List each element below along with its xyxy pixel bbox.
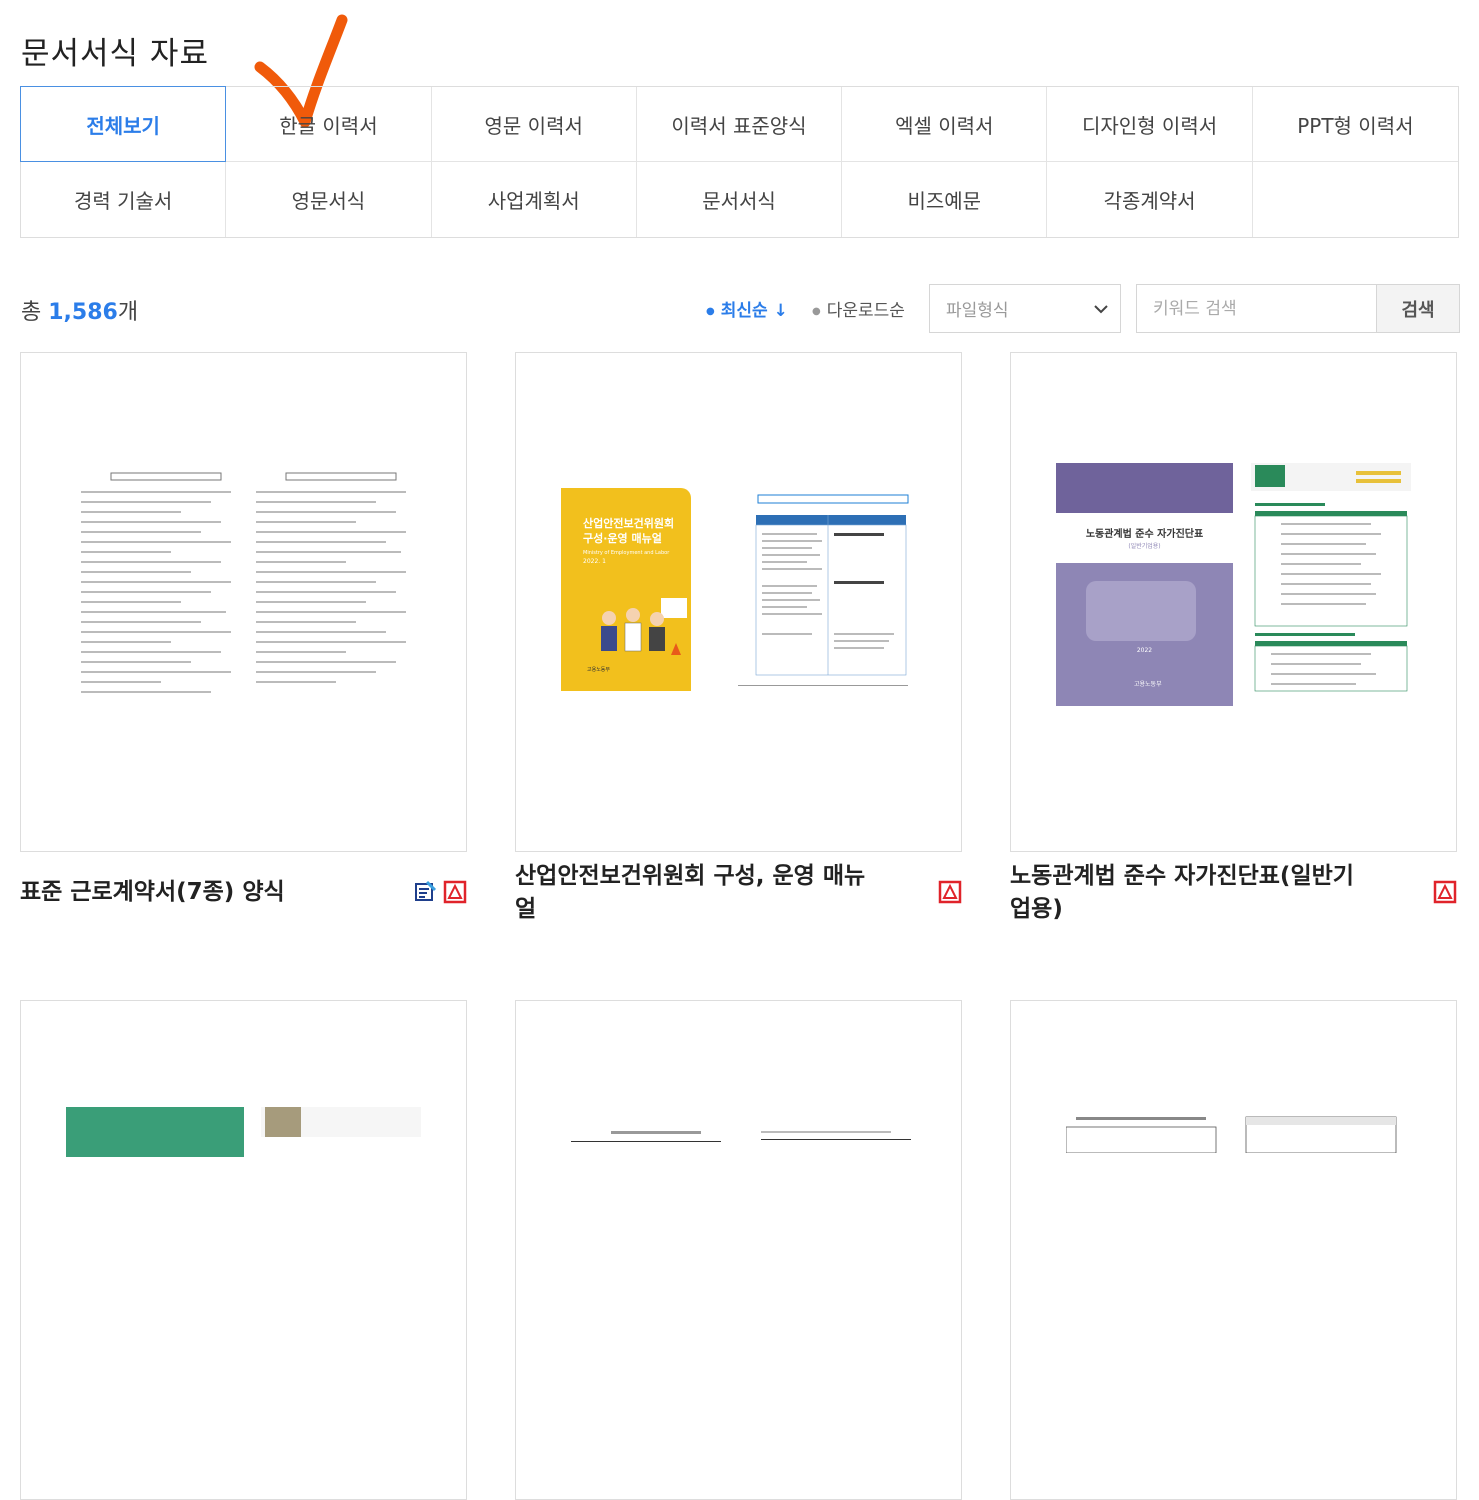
document-preview: [81, 472, 406, 693]
card-file-icons: [413, 880, 467, 904]
pdf-icon[interactable]: [443, 880, 467, 904]
tab-empty: [1253, 162, 1458, 237]
file-type-value: 파일형식: [946, 301, 1009, 321]
document-preview: [738, 494, 909, 686]
search-input[interactable]: [1136, 284, 1377, 333]
tab-excel-resume[interactable]: 엑셀 이력서: [842, 87, 1048, 162]
cover-date: 2022. 1: [583, 558, 606, 565]
people-illustration: [601, 598, 687, 655]
tab-english-forms[interactable]: 영문서식: [226, 162, 432, 237]
tab-standard-resume[interactable]: 이력서 표준양식: [636, 87, 843, 162]
cover-org: 고용노동부: [587, 667, 611, 673]
cover-title: 노동관계법 준수 자가진단표: [1085, 529, 1204, 540]
tab-career-description[interactable]: 경력 기술서: [21, 162, 227, 237]
card-file-icons: [938, 880, 962, 904]
document-preview: [571, 1131, 911, 1142]
result-count: 총 1,586개: [21, 300, 139, 325]
card-thumbnail[interactable]: [1010, 1000, 1457, 1500]
card-thumbnail[interactable]: [20, 352, 467, 852]
tab-ppt-resume[interactable]: PPT형 이력서: [1252, 87, 1458, 162]
card-thumbnail[interactable]: 노동관계법 준수 자가진단표 (일반기업용) 2022 고용노동부: [1010, 352, 1457, 852]
card-title[interactable]: 표준 근로계약서(7종) 양식: [20, 876, 380, 909]
chevron-down-icon: [1094, 304, 1108, 313]
cover-preview: 노동관계법 준수 자가진단표 (일반기업용) 2022 고용노동부: [1056, 463, 1233, 706]
tab-biz-examples[interactable]: 비즈예문: [842, 162, 1048, 237]
cover-subtitle: Ministry of Employment and Labor: [583, 550, 670, 556]
cover-preview: [66, 1107, 244, 1157]
card-title[interactable]: 노동관계법 준수 자가진단표(일반기업용): [1010, 860, 1370, 926]
cover-title: 산업안전보건위원회 구성·운영 매뉴얼: [583, 517, 675, 545]
tab-all[interactable]: 전체보기: [20, 86, 227, 162]
search-button[interactable]: 검색: [1376, 284, 1460, 333]
page-title: 문서서식 자료: [21, 36, 209, 72]
tab-document-forms[interactable]: 문서서식: [637, 162, 843, 237]
card-thumbnail[interactable]: 산업안전보건위원회 구성·운영 매뉴얼 Ministry of Employme…: [515, 352, 962, 852]
pdf-icon[interactable]: [1433, 880, 1457, 904]
pdf-icon[interactable]: [938, 880, 962, 904]
sort-latest[interactable]: ● 최신순 ↓: [706, 296, 788, 321]
tab-business-plan[interactable]: 사업계획서: [432, 162, 637, 237]
sort-download[interactable]: ● 다운로드순: [812, 296, 905, 321]
tab-design-resume[interactable]: 디자인형 이력서: [1047, 87, 1253, 162]
document-preview: [1066, 1116, 1397, 1153]
card-title[interactable]: 산업안전보건위원회 구성, 운영 매뉴얼: [515, 860, 875, 926]
tab-english-resume[interactable]: 영문 이력서: [431, 87, 637, 162]
cover-org: 고용노동부: [1134, 681, 1162, 688]
document-preview: [1251, 463, 1411, 692]
cover-subtitle: (일반기업용): [1128, 543, 1161, 550]
result-count-number: 1,586: [48, 300, 118, 325]
card-thumbnail[interactable]: [515, 1000, 962, 1500]
category-tabs: 전체보기 한글 이력서 영문 이력서 이력서 표준양식 엑셀 이력서 디자인형 …: [20, 86, 1459, 238]
file-type-select[interactable]: 파일형식: [929, 284, 1121, 333]
card-file-icons: [1433, 880, 1457, 904]
tab-korean-resume[interactable]: 한글 이력서: [226, 87, 432, 162]
card-thumbnail[interactable]: [20, 1000, 467, 1500]
cover-preview: 산업안전보건위원회 구성·운영 매뉴얼 Ministry of Employme…: [561, 488, 691, 691]
hwp-icon[interactable]: [413, 880, 437, 904]
document-preview: [261, 1107, 421, 1137]
cover-date: 2022: [1136, 647, 1153, 654]
tab-contracts[interactable]: 각종계약서: [1047, 162, 1253, 237]
